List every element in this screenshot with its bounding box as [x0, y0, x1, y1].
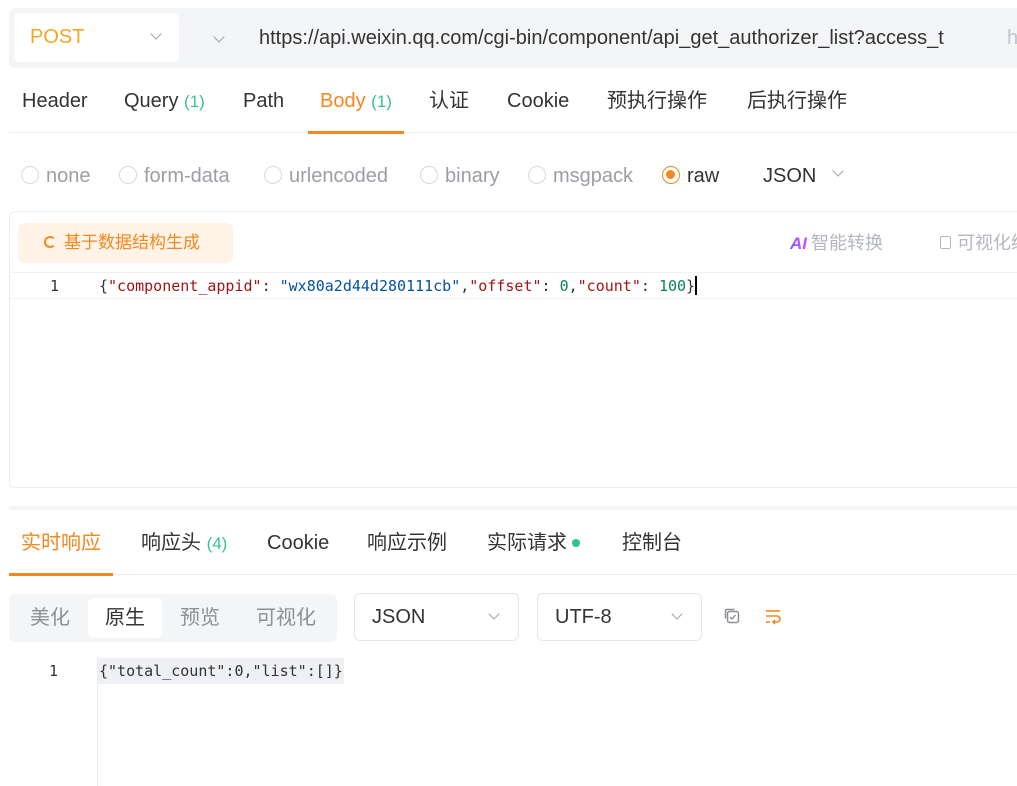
section-divider[interactable] — [9, 506, 1017, 510]
visual-edit-button[interactable]: 可视化编 — [940, 230, 1017, 256]
tab-live-response[interactable]: 实时响应 — [9, 518, 113, 576]
chevron-down-icon — [832, 165, 844, 177]
chevron-down-icon — [150, 28, 162, 40]
status-dot-icon — [572, 538, 580, 547]
body-type-radios: none form-data urlencoded binary msgpack… — [9, 150, 1017, 202]
divider — [10, 272, 1017, 273]
document-icon — [940, 236, 951, 250]
view-beautify[interactable]: 美化 — [15, 598, 85, 638]
radio-icon — [420, 165, 438, 184]
radio-icon — [264, 165, 282, 184]
tab-query[interactable]: Query (1) — [124, 78, 205, 133]
tab-header[interactable]: Header — [22, 78, 88, 133]
generate-from-schema-button[interactable]: 基于数据结构生成 — [18, 223, 233, 263]
tab-post-script[interactable]: 后执行操作 — [747, 78, 847, 133]
tab-auth[interactable]: 认证 — [429, 78, 469, 133]
tab-body[interactable]: Body (1) — [308, 78, 404, 134]
url-input[interactable]: https://api.weixin.qq.com/cgi-bin/compon… — [259, 8, 979, 68]
radio-urlencoded[interactable]: urlencoded — [264, 150, 388, 202]
copy-icon[interactable] — [722, 606, 742, 626]
body-format-select[interactable]: JSON — [763, 150, 844, 202]
response-tabs: 实时响应 响应头 (4) Cookie 响应示例 实际请求 控制台 — [9, 518, 1017, 576]
method-select[interactable]: POST — [14, 13, 179, 62]
ai-convert-button[interactable]: AI 智能转换 — [790, 230, 883, 256]
request-tabs: Header Query (1) Path Body (1) 认证 Cookie… — [9, 78, 1017, 134]
response-body-viewer[interactable]: 1 {"total_count":0,"list":[]} — [9, 656, 1017, 786]
tab-response-example[interactable]: 响应示例 — [367, 518, 447, 575]
url-overflow-text: h — [1007, 27, 1017, 49]
view-mode-segmented: 美化 原生 预览 可视化 — [9, 594, 337, 642]
body-editor: 基于数据结构生成 AI智能转换 可视化编 1 {"component_appid… — [9, 211, 1017, 488]
tab-cookie[interactable]: Cookie — [507, 78, 569, 133]
radio-icon — [662, 165, 680, 184]
tab-path[interactable]: Path — [243, 78, 284, 133]
chevron-down-icon — [488, 608, 500, 620]
headers-count: (4) — [206, 534, 228, 553]
response-format-select[interactable]: JSON — [354, 593, 519, 641]
url-bar: POST https://api.weixin.qq.com/cgi-bin/c… — [9, 8, 1017, 68]
view-raw[interactable]: 原生 — [88, 598, 162, 638]
radio-binary[interactable]: binary — [420, 150, 499, 202]
radio-form-data[interactable]: form-data — [119, 150, 230, 202]
word-wrap-icon[interactable] — [763, 606, 783, 626]
radio-msgpack[interactable]: msgpack — [528, 150, 633, 202]
tab-actual-request[interactable]: 实际请求 — [487, 518, 580, 575]
radio-raw[interactable]: raw — [662, 150, 719, 202]
encoding-select[interactable]: UTF-8 — [537, 593, 702, 641]
radio-none[interactable]: none — [21, 150, 91, 202]
chevron-down-icon[interactable] — [213, 31, 225, 43]
code-line[interactable]: 1 {"component_appid": "wx80a2d44d280111c… — [10, 274, 1017, 299]
code-text[interactable]: {"component_appid": "wx80a2d44d280111cb"… — [99, 274, 698, 299]
tab-response-cookie[interactable]: Cookie — [267, 518, 329, 575]
body-count: (1) — [371, 92, 392, 111]
radio-icon — [119, 165, 137, 184]
ai-icon: AI — [790, 231, 807, 257]
line-number: 1 — [49, 662, 59, 680]
tab-response-headers[interactable]: 响应头 (4) — [141, 518, 227, 575]
chevron-down-icon — [671, 608, 683, 620]
method-label: POST — [30, 26, 85, 48]
view-preview[interactable]: 预览 — [165, 598, 235, 638]
view-visual[interactable]: 可视化 — [241, 598, 331, 638]
text-caret — [695, 275, 698, 295]
query-count: (1) — [184, 92, 205, 111]
line-number: 1 — [50, 277, 60, 295]
refresh-icon — [44, 236, 56, 248]
tab-console[interactable]: 控制台 — [622, 518, 682, 575]
radio-icon — [21, 165, 39, 184]
response-body-text[interactable]: {"total_count":0,"list":[]} — [98, 658, 344, 684]
radio-icon — [528, 165, 546, 184]
tab-pre-script[interactable]: 预执行操作 — [607, 78, 707, 133]
